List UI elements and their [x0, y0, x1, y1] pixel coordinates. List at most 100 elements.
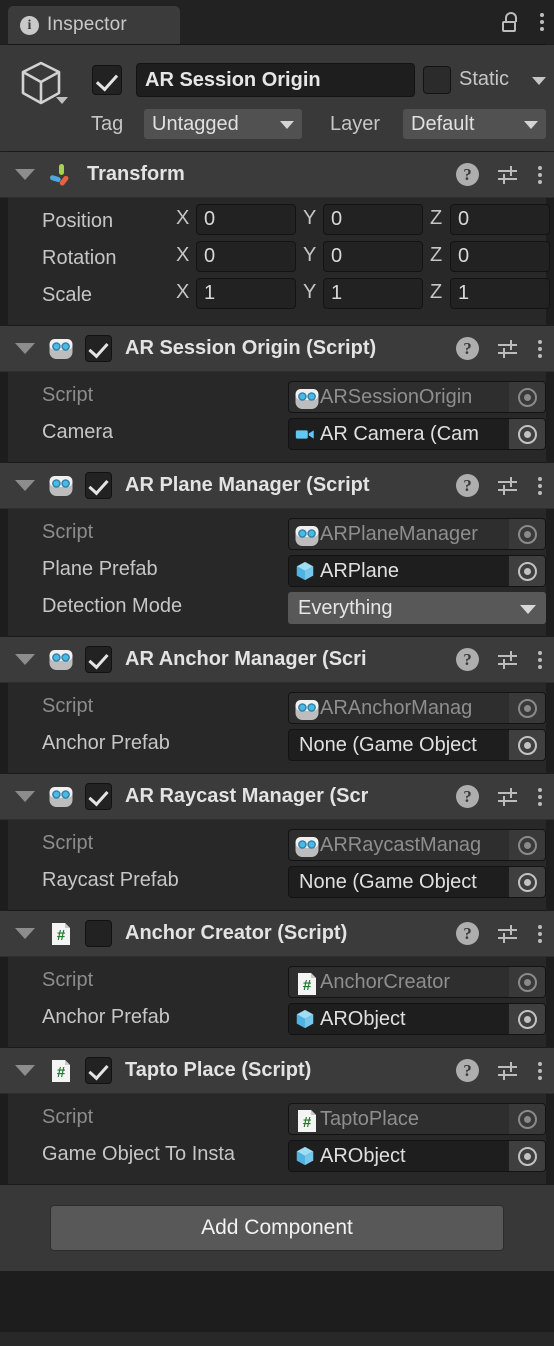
preset-sliders-icon[interactable] — [497, 924, 519, 944]
enum-dropdown-detection-mode[interactable]: Everything — [288, 592, 546, 624]
object-field-script[interactable]: # TaptoPlace — [288, 1103, 546, 1135]
number-field-position-y[interactable]: 0 — [323, 204, 423, 235]
preset-sliders-icon[interactable] — [497, 165, 519, 185]
object-picker-button[interactable] — [509, 830, 545, 860]
object-field-script[interactable]: ARPlaneManager — [288, 518, 546, 550]
foldout-arrow-icon[interactable] — [15, 1065, 35, 1076]
object-picker-button[interactable] — [509, 556, 545, 586]
number-field-scale-y[interactable]: 1 — [323, 278, 423, 309]
component-enabled-checkbox[interactable] — [85, 335, 112, 362]
lock-open-icon[interactable] — [501, 12, 519, 32]
layer-value: Default — [411, 113, 475, 135]
object-field-plane-prefab[interactable]: ARPlane — [288, 555, 546, 587]
object-field-value: ARPlaneManager — [320, 522, 478, 545]
kebab-menu-icon[interactable] — [537, 787, 542, 806]
component-header-tapto-place[interactable]: # Tapto Place (Script)? — [0, 1048, 554, 1094]
foldout-arrow-icon[interactable] — [15, 343, 35, 354]
component-enabled-checkbox[interactable] — [85, 1057, 112, 1084]
foldout-arrow-icon[interactable] — [15, 928, 35, 939]
static-dropdown-arrow[interactable] — [532, 77, 546, 85]
component-enabled-checkbox[interactable] — [85, 783, 112, 810]
kebab-menu-icon[interactable] — [537, 476, 542, 495]
component-header-actions: ? — [456, 637, 542, 682]
object-picker-button[interactable] — [509, 730, 545, 760]
property-row: Camera AR Camera (Cam — [0, 415, 554, 452]
object-field-script[interactable]: ARRaycastManag — [288, 829, 546, 861]
gameobject-enabled-checkbox[interactable] — [92, 65, 122, 95]
preset-sliders-icon[interactable] — [497, 339, 519, 359]
component-body-transform: Position X 0 Y 0 Z 0 Rotation X 0 Y 0 Z 0 Scale X 1 Y 1 Z 1 — [0, 198, 554, 325]
foldout-arrow-icon[interactable] — [15, 791, 35, 802]
static-checkbox[interactable] — [423, 66, 451, 94]
help-icon[interactable]: ? — [456, 1059, 479, 1082]
object-picker-button[interactable] — [509, 1104, 545, 1134]
foldout-arrow-icon[interactable] — [15, 654, 35, 665]
property-label: Script — [42, 969, 94, 991]
tab-inspector-label: Inspector — [47, 14, 127, 35]
number-field-scale-x[interactable]: 1 — [196, 278, 296, 309]
component-header-actions: ? — [456, 774, 542, 819]
component-enabled-checkbox[interactable] — [85, 472, 112, 499]
object-picker-button[interactable] — [509, 1004, 545, 1034]
help-icon[interactable]: ? — [456, 474, 479, 497]
kebab-menu-icon[interactable] — [539, 13, 544, 31]
kebab-menu-icon[interactable] — [537, 650, 542, 669]
foldout-arrow-icon[interactable] — [15, 169, 35, 180]
kebab-menu-icon[interactable] — [537, 165, 542, 184]
help-icon[interactable]: ? — [456, 337, 479, 360]
number-field-rotation-x[interactable]: 0 — [196, 241, 296, 272]
object-field-camera[interactable]: AR Camera (Cam — [288, 418, 546, 450]
component-header-ar-raycast-manager[interactable]: AR Raycast Manager (Scr? — [0, 774, 554, 820]
number-field-position-x[interactable]: 0 — [196, 204, 296, 235]
object-field-script[interactable]: # AnchorCreator — [288, 966, 546, 998]
object-picker-button[interactable] — [509, 1141, 545, 1171]
property-label: Script — [42, 832, 94, 854]
object-field-game-object-to-insta[interactable]: ARObject — [288, 1140, 546, 1172]
component-header-ar-anchor-manager[interactable]: AR Anchor Manager (Scri? — [0, 637, 554, 683]
object-picker-button[interactable] — [509, 867, 545, 897]
object-picker-button[interactable] — [509, 382, 545, 412]
tab-inspector[interactable]: i Inspector — [8, 6, 180, 44]
component-header-anchor-creator[interactable]: # Anchor Creator (Script)? — [0, 911, 554, 957]
kebab-menu-icon[interactable] — [537, 339, 542, 358]
property-row: Anchor Prefab None (Game Object — [0, 726, 554, 763]
help-icon[interactable]: ? — [456, 163, 479, 186]
add-component-button[interactable]: Add Component — [50, 1205, 504, 1251]
axis-label-z: Z — [430, 281, 443, 303]
number-field-rotation-y[interactable]: 0 — [323, 241, 423, 272]
component-header-transform[interactable]: Transform? — [0, 152, 554, 198]
preset-sliders-icon[interactable] — [497, 787, 519, 807]
layer-dropdown[interactable]: Default — [403, 109, 546, 139]
number-field-rotation-z[interactable]: 0 — [450, 241, 550, 272]
number-field-position-z[interactable]: 0 — [450, 204, 550, 235]
help-icon[interactable]: ? — [456, 922, 479, 945]
component-ar-raycast-manager: AR Raycast Manager (Scr? Script ARRaycastM… — [0, 773, 554, 910]
object-field-script[interactable]: ARSessionOrigin — [288, 381, 546, 413]
object-picker-button[interactable] — [509, 419, 545, 449]
component-enabled-checkbox[interactable] — [85, 646, 112, 673]
component-header-ar-session-origin[interactable]: AR Session Origin (Script)? — [0, 326, 554, 372]
object-picker-button[interactable] — [509, 693, 545, 723]
object-field-script[interactable]: ARAnchorManag — [288, 692, 546, 724]
object-field-anchor-prefab[interactable]: None (Game Object — [288, 729, 546, 761]
object-field-anchor-prefab[interactable]: ARObject — [288, 1003, 546, 1035]
component-header-ar-plane-manager[interactable]: AR Plane Manager (Script? — [0, 463, 554, 509]
preset-sliders-icon[interactable] — [497, 650, 519, 670]
number-field-scale-z[interactable]: 1 — [450, 278, 550, 309]
object-field-value: ARObject — [320, 1007, 406, 1030]
component-enabled-checkbox[interactable] — [85, 920, 112, 947]
object-field-raycast-prefab[interactable]: None (Game Object — [288, 866, 546, 898]
foldout-arrow-icon[interactable] — [15, 480, 35, 491]
property-row: Script # TaptoPlace — [0, 1100, 554, 1137]
kebab-menu-icon[interactable] — [537, 1061, 542, 1080]
gameobject-name-input[interactable]: AR Session Origin — [136, 63, 415, 97]
tag-dropdown[interactable]: Untagged — [144, 109, 302, 139]
help-icon[interactable]: ? — [456, 648, 479, 671]
kebab-menu-icon[interactable] — [537, 924, 542, 943]
object-picker-button[interactable] — [509, 967, 545, 997]
preset-sliders-icon[interactable] — [497, 1061, 519, 1081]
help-icon[interactable]: ? — [456, 785, 479, 808]
cube-dropdown-arrow[interactable] — [56, 97, 68, 104]
preset-sliders-icon[interactable] — [497, 476, 519, 496]
object-picker-button[interactable] — [509, 519, 545, 549]
